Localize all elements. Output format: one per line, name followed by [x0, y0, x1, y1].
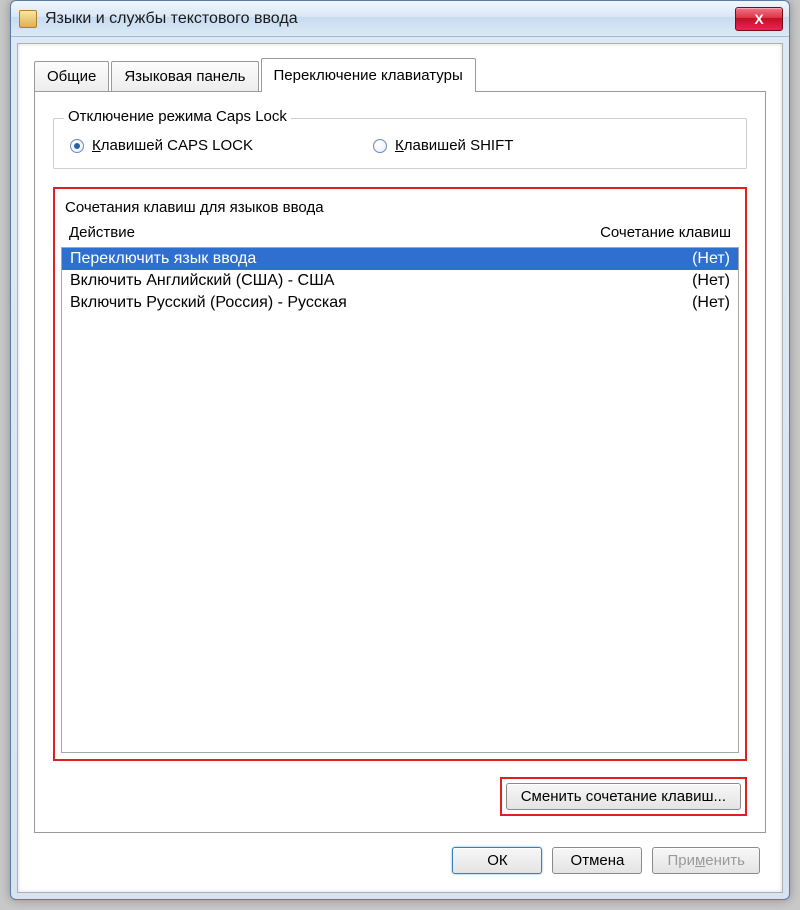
hotkeys-title: Сочетания клавиш для языков ввода: [65, 199, 735, 216]
tab-general[interactable]: Общие: [34, 61, 109, 91]
cell-combo: (Нет): [660, 250, 730, 268]
change-hotkey-button[interactable]: Сменить сочетание клавиш...: [506, 783, 741, 810]
tab-language-bar[interactable]: Языковая панель: [111, 61, 258, 91]
tab-keyboard-switch[interactable]: Переключение клавиатуры: [261, 58, 476, 92]
cell-combo: (Нет): [660, 294, 730, 312]
radio-row: Клавишей CAPS LOCK Клавишей SHIFT: [70, 137, 730, 154]
radio-label: Клавишей CAPS LOCK: [92, 137, 253, 154]
capslock-groupbox: Отключение режима Caps Lock Клавишей CAP…: [53, 118, 747, 169]
change-hotkey-highlight: Сменить сочетание клавиш...: [500, 777, 747, 816]
groupbox-legend: Отключение режима Caps Lock: [64, 108, 291, 125]
dialog-window: Языки и службы текстового ввода X Общие …: [10, 0, 790, 900]
list-item[interactable]: Включить Английский (США) - США (Нет): [62, 270, 738, 292]
ok-button[interactable]: ОК: [452, 847, 542, 874]
list-item[interactable]: Включить Русский (Россия) - Русская (Нет…: [62, 292, 738, 314]
radio-icon: [70, 139, 84, 153]
hotkeys-list[interactable]: Переключить язык ввода (Нет) Включить Ан…: [61, 247, 739, 753]
list-item[interactable]: Переключить язык ввода (Нет): [62, 248, 738, 270]
col-header-combo: Сочетание клавиш: [531, 224, 731, 241]
radio-shift-key[interactable]: Клавишей SHIFT: [373, 137, 513, 154]
tab-label: Переключение клавиатуры: [274, 67, 463, 84]
column-headers: Действие Сочетание клавиш: [61, 222, 739, 247]
app-icon: [19, 10, 37, 28]
close-icon: X: [754, 11, 763, 27]
tab-strip: Общие Языковая панель Переключение клави…: [34, 58, 766, 91]
cell-action: Включить Русский (Россия) - Русская: [70, 294, 660, 312]
close-button[interactable]: X: [735, 7, 783, 31]
cell-action: Переключить язык ввода: [70, 250, 660, 268]
apply-button[interactable]: Применить: [652, 847, 760, 874]
tab-panel: Отключение режима Caps Lock Клавишей CAP…: [34, 91, 766, 833]
col-header-action: Действие: [69, 224, 531, 241]
cell-action: Включить Английский (США) - США: [70, 272, 660, 290]
hotkeys-section: Сочетания клавиш для языков ввода Действ…: [53, 187, 747, 761]
radio-label: Клавишей SHIFT: [395, 137, 513, 154]
cell-combo: (Нет): [660, 272, 730, 290]
dialog-buttons: ОК Отмена Применить: [34, 833, 766, 878]
client-area: Общие Языковая панель Переключение клави…: [17, 43, 783, 893]
window-title: Языки и службы текстового ввода: [45, 10, 735, 28]
tab-label: Языковая панель: [124, 68, 245, 85]
titlebar[interactable]: Языки и службы текстового ввода X: [11, 1, 789, 37]
cancel-button[interactable]: Отмена: [552, 847, 642, 874]
radio-capslock-key[interactable]: Клавишей CAPS LOCK: [70, 137, 253, 154]
tab-label: Общие: [47, 68, 96, 85]
radio-icon: [373, 139, 387, 153]
